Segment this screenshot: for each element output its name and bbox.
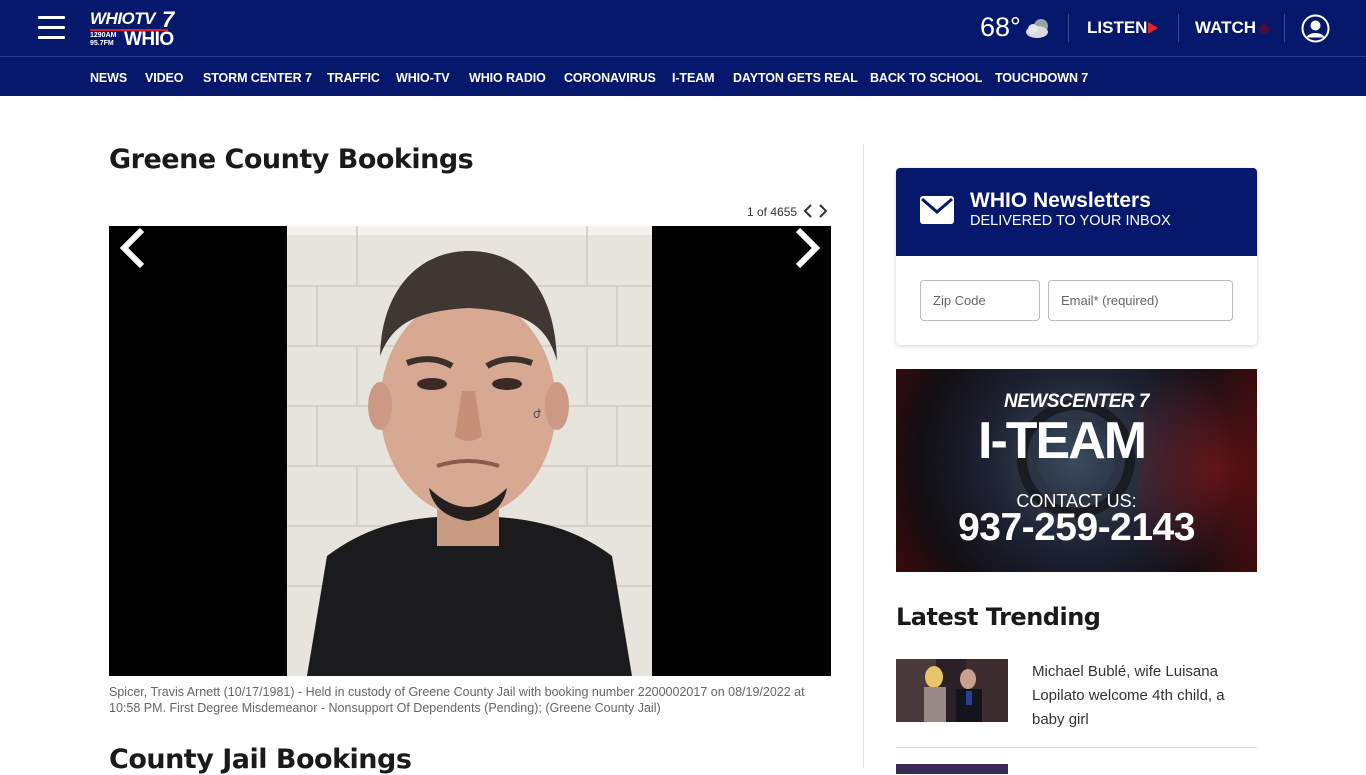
listen-button[interactable]: LISTEN [1087, 18, 1147, 38]
watch-button[interactable]: WATCH [1195, 18, 1256, 38]
zip-code-input[interactable] [920, 280, 1040, 321]
play-icon[interactable] [1148, 22, 1158, 34]
chevron-left-icon[interactable] [802, 204, 814, 218]
ad-brand: NEWSCENTER 7 [1004, 391, 1149, 412]
nav-whio-radio[interactable]: WHIO RADIO [469, 71, 546, 85]
newsletter-subtitle: DELIVERED TO YOUR INBOX [970, 213, 1171, 229]
trending-headline[interactable]: Michael Bublé, wife Luisana Lopilato wel… [1032, 660, 1252, 732]
nav-whio-tv[interactable]: WHIO-TV [396, 71, 450, 85]
section-nav: NEWS VIDEO STORM CENTER 7 TRAFFIC WHIO-T… [0, 56, 1366, 96]
nav-coronavirus[interactable]: CORONAVIRUS [564, 71, 656, 85]
top-header: WHIOTV 7 1290AM 95.7FM WHIO 68° LISTEN W… [0, 0, 1366, 56]
nav-back-to-school[interactable]: BACK TO SCHOOL [870, 71, 982, 85]
page-title: Greene County Bookings [109, 144, 474, 175]
photo-caption: Spicer, Travis Arnett (10/17/1981) - Hel… [109, 685, 805, 715]
trending-thumbnail[interactable] [896, 659, 1008, 722]
newsletter-header: WHIO Newsletters DELIVERED TO YOUR INBOX [896, 168, 1257, 256]
nav-i-team[interactable]: I-TEAM [672, 71, 715, 85]
ad-headline: I-TEAM [978, 412, 1147, 470]
iteam-ad-banner[interactable]: NEWSCENTER 7 I-TEAM CONTACT US: 937-259-… [896, 369, 1257, 572]
trending-separator [896, 747, 1257, 748]
mugshot-photo: ժ [287, 226, 652, 676]
newsletter-title: WHIO Newsletters [970, 189, 1151, 212]
header-divider [1284, 14, 1285, 42]
header-divider [1068, 14, 1069, 42]
cloud-icon[interactable] [1024, 17, 1051, 39]
ad-phone-number: 937-259-2143 [958, 506, 1195, 549]
live-dot-icon [1259, 24, 1269, 34]
logo-whiotv-text: WHIOTV [90, 9, 156, 28]
trending-title: Latest Trending [896, 603, 1101, 631]
gallery-counter: 1 of 4655 [747, 205, 798, 219]
gallery-prev-icon[interactable] [118, 226, 148, 270]
column-divider [863, 144, 864, 768]
svg-text:ժ: ժ [533, 407, 541, 421]
photo-gallery[interactable]: ժ [109, 226, 831, 676]
menu-icon[interactable] [38, 16, 65, 40]
section-title: County Jail Bookings [109, 744, 412, 775]
nav-traffic[interactable]: TRAFFIC [327, 71, 380, 85]
nav-dayton-gets-real[interactable]: DAYTON GETS REAL [733, 71, 858, 85]
logo-frequency-text: 1290AM 95.7FM [90, 32, 117, 47]
account-icon[interactable] [1301, 14, 1330, 43]
header-divider [1178, 14, 1179, 42]
nav-video[interactable]: VIDEO [145, 71, 184, 85]
logo-whio-text: WHIO [124, 29, 174, 50]
email-input[interactable] [1048, 280, 1233, 321]
trending-thumbnail[interactable] [896, 764, 1008, 774]
temperature-readout[interactable]: 68° [980, 12, 1021, 43]
envelope-icon [920, 196, 954, 224]
nav-news[interactable]: NEWS [90, 71, 127, 85]
site-logo[interactable]: WHIOTV 7 1290AM 95.7FM WHIO [90, 7, 185, 50]
nav-touchdown-7[interactable]: TOUCHDOWN 7 [995, 71, 1088, 85]
nav-storm-center-7[interactable]: STORM CENTER 7 [203, 71, 312, 85]
newsletter-card: WHIO Newsletters DELIVERED TO YOUR INBOX [896, 168, 1257, 345]
chevron-right-icon[interactable] [817, 204, 829, 218]
gallery-next-icon[interactable] [792, 226, 822, 270]
